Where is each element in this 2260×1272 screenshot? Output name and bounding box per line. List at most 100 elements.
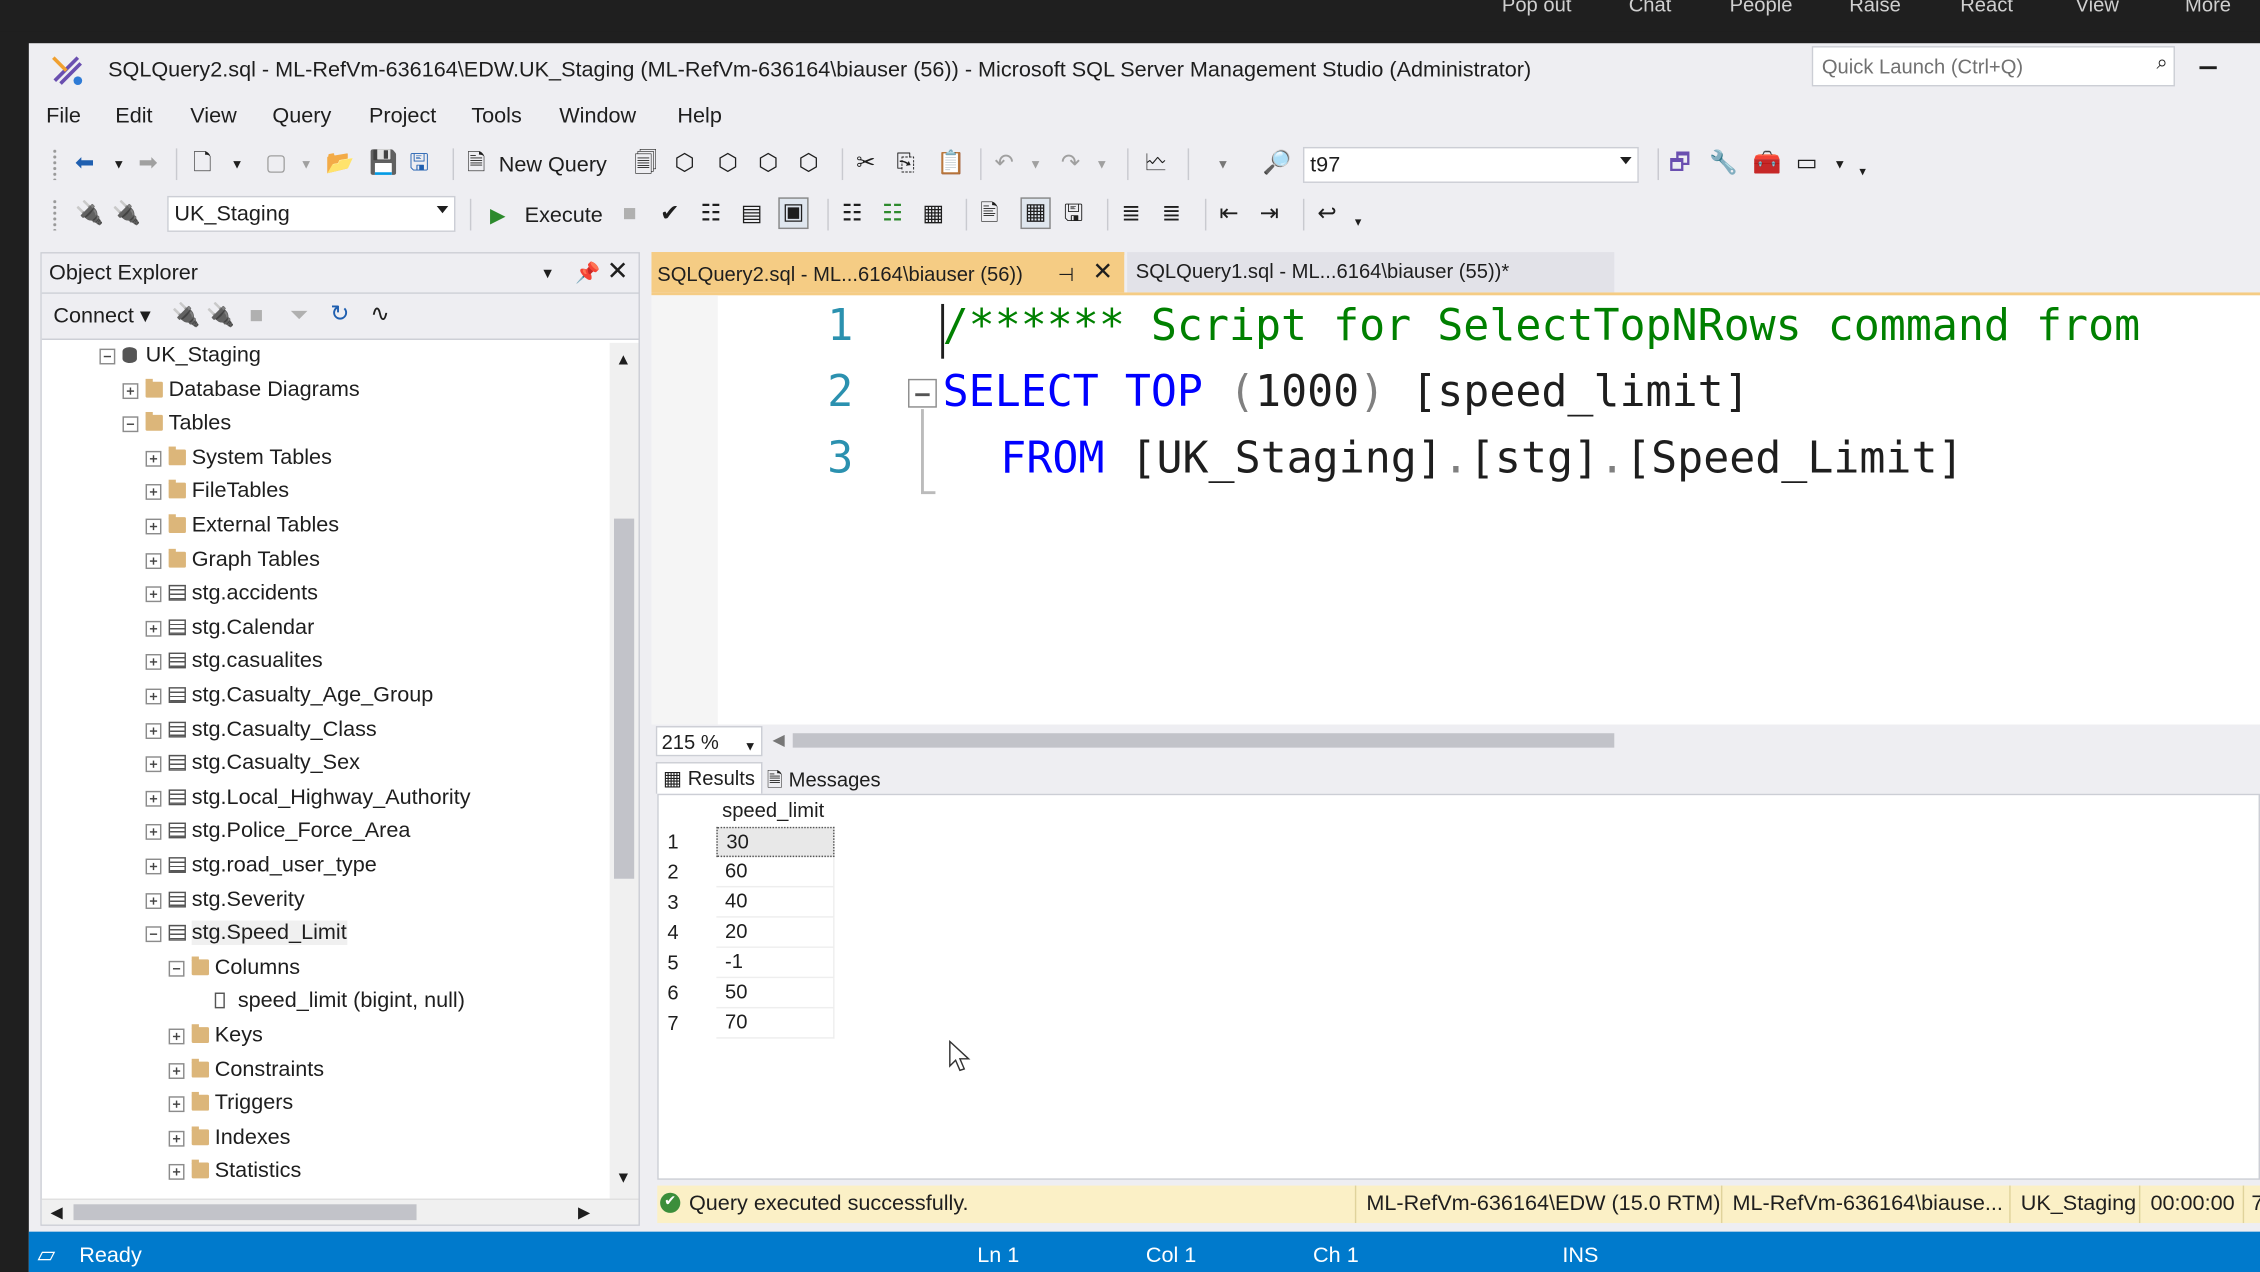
row-number[interactable]: 3 <box>667 890 678 913</box>
expand-icon[interactable] <box>145 892 162 909</box>
parse-check-icon[interactable]: ✔ <box>660 200 679 229</box>
decrease-indent-icon[interactable]: ⇤ <box>1219 200 1238 229</box>
menu-query[interactable]: Query <box>272 104 331 128</box>
row-number[interactable]: 1 <box>667 830 678 853</box>
tree-node[interactable]: Columns <box>42 955 610 987</box>
menu-project[interactable]: Project <box>369 104 436 128</box>
undo-icon[interactable]: ↶ <box>995 150 1014 179</box>
toolbar-grip[interactable] <box>51 198 58 231</box>
tree-node[interactable]: stg.Police_Force_Area <box>42 819 610 851</box>
collapse-icon[interactable] <box>168 960 185 977</box>
mdx-query-icon[interactable]: ⬡ <box>675 150 695 179</box>
tree-node[interactable]: stg.Casualty_Sex <box>42 751 610 783</box>
scrollbar-thumb[interactable] <box>73 1204 417 1221</box>
forward-icon[interactable]: ➡ <box>138 150 157 179</box>
chevron-down-icon[interactable]: ▼ <box>1029 150 1042 179</box>
editor-horizontal-scrollbar[interactable]: ◀ <box>773 730 2260 751</box>
toolbar-grip[interactable] <box>51 148 58 181</box>
add-item-icon[interactable]: ▢ <box>265 150 287 179</box>
pin-icon[interactable]: 📌 <box>575 258 600 287</box>
row-number[interactable]: 2 <box>667 860 678 883</box>
find-in-files-icon[interactable]: 🔎 <box>1263 150 1292 179</box>
menu-edit[interactable]: Edit <box>115 104 152 128</box>
react-button[interactable]: React <box>1960 0 2013 16</box>
tree-node[interactable]: Constraints <box>42 1057 610 1089</box>
expand-icon[interactable] <box>122 382 139 399</box>
find-combo[interactable]: t97 <box>1302 146 1639 183</box>
new-project-icon[interactable]: 🗋 <box>193 150 212 179</box>
back-icon[interactable]: ⬅ <box>75 150 94 179</box>
expand-icon[interactable] <box>145 518 162 535</box>
raise-button[interactable]: Raise <box>1849 0 1901 16</box>
view-button[interactable]: View <box>2076 0 2119 16</box>
tree-node[interactable]: stg.accidents <box>42 581 610 613</box>
collapse-region-icon[interactable] <box>908 378 937 408</box>
chevron-down-icon[interactable] <box>436 205 449 214</box>
results-to-text-icon[interactable]: 🖹 <box>980 200 999 229</box>
tab-results[interactable]: ▦ Results <box>655 762 763 794</box>
chevron-down-icon[interactable]: ▼ <box>540 261 554 290</box>
row-number[interactable]: 6 <box>667 981 678 1004</box>
column-header-speed-limit[interactable]: speed_limit <box>722 798 824 821</box>
filter-icon[interactable]: ⏷ <box>290 303 308 332</box>
pop-out-button[interactable]: Pop out <box>1502 0 1572 16</box>
connect-object-explorer-icon[interactable]: 🔌 <box>172 303 201 332</box>
collapse-icon[interactable] <box>145 926 162 943</box>
disconnect-icon[interactable]: 🔌 <box>206 303 235 332</box>
tree-vertical-scrollbar[interactable]: ▲ ▼ <box>609 342 639 1199</box>
tree-node[interactable]: stg.casualites <box>42 649 610 681</box>
cut-icon[interactable]: ✂ <box>856 150 875 179</box>
tree-node[interactable]: Triggers <box>42 1091 610 1123</box>
chat-button[interactable]: Chat <box>1629 0 1672 16</box>
people-button[interactable]: People <box>1730 0 1793 16</box>
paste-icon[interactable]: 📋 <box>937 150 966 179</box>
collapse-icon[interactable] <box>99 348 116 365</box>
available-databases-combo[interactable]: UK_Staging <box>167 195 456 232</box>
expand-icon[interactable] <box>145 824 162 841</box>
expand-icon[interactable] <box>168 1164 185 1181</box>
tree-node[interactable]: stg.Local_Highway_Authority <box>42 785 610 817</box>
toolbar-options-icon[interactable]: ▾ <box>1355 207 1362 236</box>
row-number[interactable]: 5 <box>667 951 678 974</box>
menu-view[interactable]: View <box>190 104 236 128</box>
expand-icon[interactable] <box>145 654 162 671</box>
solution-explorer-icon[interactable]: 🗗 <box>1669 150 1691 179</box>
scrollbar-thumb[interactable] <box>792 733 1615 748</box>
tree-node[interactable]: Graph Tables <box>42 547 610 579</box>
menu-window[interactable]: Window <box>559 104 636 128</box>
xmla-query-icon[interactable]: ⬡ <box>758 150 778 179</box>
increase-indent-icon[interactable]: ⇥ <box>1260 200 1279 229</box>
tree-node[interactable]: Tables <box>42 411 610 443</box>
tab-messages[interactable]: 🗎 Messages <box>761 762 886 794</box>
database-engine-query-icon[interactable]: 🗐 <box>634 150 657 179</box>
chevron-down-icon[interactable]: ▼ <box>615 1164 631 1193</box>
expand-icon[interactable] <box>168 1028 185 1045</box>
uncomment-lines-icon[interactable]: ≣ <box>1162 200 1181 229</box>
dax-query-icon[interactable]: ⬡ <box>798 150 818 179</box>
chevron-right-icon[interactable]: ▶ <box>578 1199 590 1228</box>
tree-node[interactable]: stg.Casualty_Age_Group <box>42 683 610 715</box>
save-icon[interactable]: 💾 <box>369 150 398 179</box>
tree-node[interactable]: stg.Speed_Limit <box>42 920 610 953</box>
chevron-left-icon[interactable]: ◀ <box>50 1199 62 1228</box>
menu-file[interactable]: File <box>46 104 81 128</box>
redo-icon[interactable]: ↷ <box>1061 150 1080 179</box>
client-statistics-icon[interactable]: ▦ <box>922 200 944 229</box>
tree-node[interactable]: stg.Severity <box>42 887 610 919</box>
expand-icon[interactable] <box>168 1096 185 1113</box>
include-actual-plan-icon[interactable]: ☷ <box>842 200 863 229</box>
menu-tools[interactable]: Tools <box>471 104 521 128</box>
collapse-icon[interactable] <box>122 416 139 433</box>
expand-icon[interactable] <box>145 756 162 773</box>
chevron-up-icon[interactable]: ▲ <box>615 346 631 375</box>
open-file-icon[interactable]: 📂 <box>326 150 355 179</box>
menu-help[interactable]: Help <box>677 104 721 128</box>
expand-icon[interactable] <box>145 722 162 739</box>
expand-icon[interactable] <box>168 1130 185 1147</box>
results-grid[interactable]: speed_limit 1 30 2 60 3 40 4 20 5 -1 6 50 7 70 <box>657 793 2260 1180</box>
dmx-query-icon[interactable]: ⬡ <box>718 150 738 179</box>
grid-cell[interactable]: 30 <box>716 826 835 858</box>
tree-node[interactable]: External Tables <box>42 513 610 545</box>
chevron-down-icon[interactable] <box>1620 157 1632 165</box>
chevron-down-icon[interactable]: ▼ <box>231 150 244 179</box>
